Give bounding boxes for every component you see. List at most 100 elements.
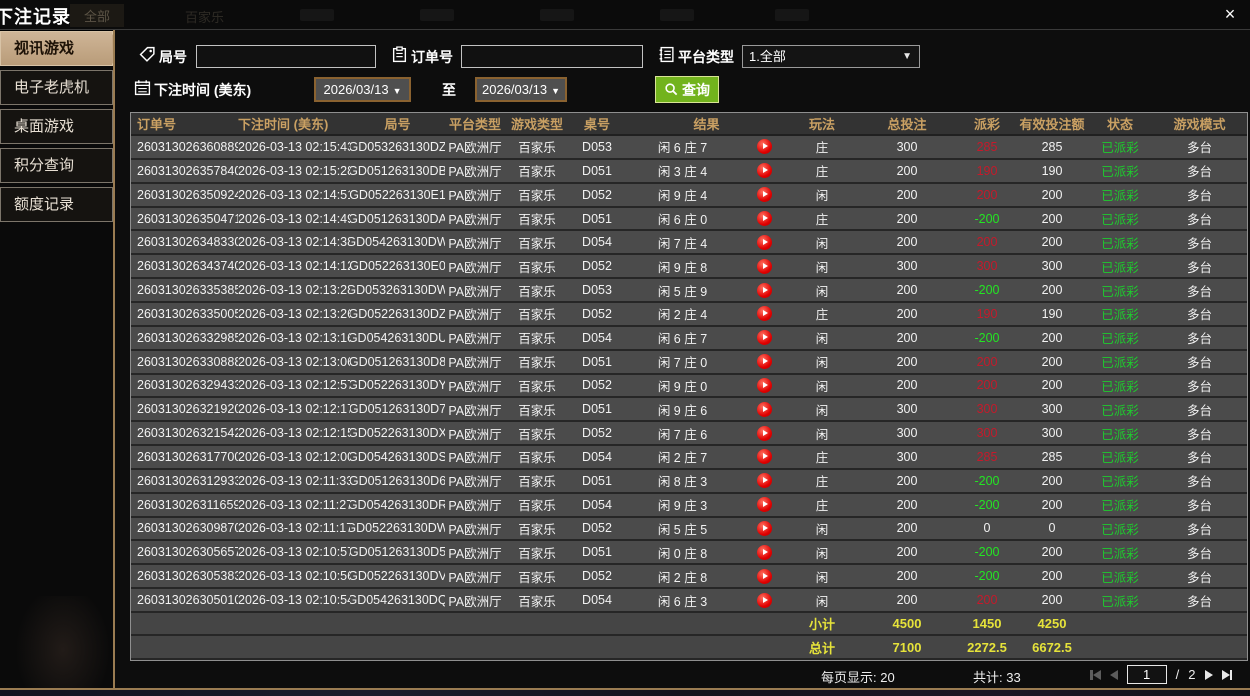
play-video-icon[interactable] — [756, 282, 772, 298]
play-video-icon[interactable] — [756, 163, 772, 179]
play-video-icon[interactable] — [756, 497, 772, 513]
play-video-icon[interactable] — [756, 449, 772, 465]
round-id-cell: GD052263130DY — [350, 378, 445, 393]
game-type-cell: 百家乐 — [518, 189, 556, 204]
play-video-icon[interactable] — [756, 520, 772, 536]
sidebar-item[interactable]: 额度记录 — [0, 187, 113, 222]
play-video-icon[interactable] — [756, 258, 772, 274]
table-number-cell: D051 — [582, 545, 612, 560]
table-number-cell: D051 — [582, 402, 612, 417]
order-number-cell: 260313026330888 — [137, 354, 238, 369]
prev-page-button[interactable] — [1109, 669, 1118, 680]
background-tab-slot — [420, 9, 454, 21]
column-header: 下注时间 (美东) — [238, 117, 329, 133]
platform-cell: PA欧洲厅 — [448, 141, 502, 156]
round-id-cell: GD053263130DW — [350, 283, 445, 298]
status-badge: 已派彩 — [1101, 236, 1139, 251]
total-bet-cell: 300 — [896, 139, 918, 154]
total-bet-cell: 200 — [896, 354, 918, 369]
table-header-row: 订单号 下注时间 (美东) 局号 平台类型 游戏类型 桌号 结果 玩法 总投注 派彩 有效投注额 状态… — [131, 113, 1247, 137]
game-type-cell: 百家乐 — [518, 141, 556, 156]
round-id-cell: GD054263130DR — [350, 497, 445, 512]
platform-cell: PA欧洲厅 — [448, 451, 502, 466]
search-button[interactable]: 查询 — [655, 76, 719, 103]
order-number-cell: 260313026321542 — [137, 426, 238, 441]
next-page-button[interactable] — [1204, 669, 1213, 680]
play-method-cell: 闲 — [815, 284, 829, 299]
platform-cell: PA欧洲厅 — [448, 499, 502, 514]
sidebar-item[interactable]: 积分查询 — [0, 148, 113, 183]
play-video-icon[interactable] — [756, 330, 772, 346]
table-number-cell: D053 — [582, 139, 612, 154]
round-input[interactable] — [196, 45, 376, 68]
valid-bet-cell: 190 — [1041, 163, 1063, 178]
page-number-input[interactable] — [1126, 665, 1167, 684]
table-row: 260313026343740 2026-03-13 02:14:12 GD0522… — [131, 255, 1247, 280]
valid-bet-cell: 200 — [1041, 378, 1063, 393]
game-mode-cell: 多台 — [1186, 356, 1212, 371]
summary-total-bet: 4500 — [892, 616, 922, 632]
play-video-icon[interactable] — [756, 568, 772, 584]
result-cell: 闲 2 庄 8 — [657, 570, 708, 585]
sidebar-item[interactable]: 视讯游戏 — [0, 31, 126, 66]
payout-cell: 200 — [976, 235, 998, 250]
table-number-cell: D051 — [582, 211, 612, 226]
play-video-icon[interactable] — [756, 139, 772, 155]
status-badge: 已派彩 — [1101, 475, 1139, 490]
play-video-icon[interactable] — [756, 211, 772, 227]
table-number-cell: D052 — [582, 187, 612, 202]
result-cell: 闲 0 庄 8 — [657, 546, 708, 561]
bet-time-label: 下注时间 (美东) — [154, 82, 252, 98]
valid-bet-cell: 200 — [1041, 235, 1063, 250]
valid-bet-cell: 300 — [1041, 426, 1063, 441]
order-input[interactable] — [461, 45, 643, 68]
video-replay-cell — [740, 375, 788, 397]
platform-select[interactable]: 1.全部 ▼ — [742, 45, 920, 68]
table-number-cell: D052 — [582, 426, 612, 441]
play-method-cell: 闲 — [815, 427, 829, 442]
play-video-icon[interactable] — [756, 544, 772, 560]
round-id-cell: GD051263130DA — [350, 211, 445, 226]
play-video-icon[interactable] — [756, 377, 772, 393]
column-header: 订单号 — [137, 117, 177, 133]
play-method-cell: 闲 — [815, 260, 829, 275]
play-video-icon[interactable] — [756, 354, 772, 370]
table-row: 260313026305657 2026-03-13 02:10:57 GD0512… — [131, 541, 1247, 566]
last-page-button[interactable] — [1221, 669, 1232, 680]
result-cell: 闲 7 庄 4 — [657, 236, 708, 251]
bet-time-cell: 2026-03-13 02:12:00 — [238, 449, 350, 464]
play-video-icon[interactable] — [756, 425, 772, 441]
close-icon[interactable]: × — [1220, 4, 1240, 24]
play-video-icon[interactable] — [756, 401, 772, 417]
order-number-cell: 260313026350471 — [137, 211, 238, 226]
game-mode-cell: 多台 — [1186, 379, 1212, 394]
sidebar-item[interactable]: 桌面游戏 — [0, 109, 113, 144]
play-method-cell: 庄 — [815, 451, 829, 466]
date-from-picker[interactable]: 2026/03/13 ▼ — [314, 77, 411, 102]
game-mode-cell: 多台 — [1186, 475, 1212, 490]
total-bet-cell: 300 — [896, 426, 918, 441]
order-number-cell: 260313026305383 — [137, 569, 238, 584]
video-replay-cell — [740, 518, 788, 540]
total-bet-cell: 200 — [896, 211, 918, 226]
table-row: 260313026330888 2026-03-13 02:13:06 GD0512… — [131, 350, 1247, 375]
sidebar-item[interactable]: 电子老虎机 — [0, 70, 113, 105]
result-cell: 闲 9 庄 8 — [657, 260, 708, 275]
pagination: / 2 — [1090, 665, 1232, 684]
play-video-icon[interactable] — [756, 187, 772, 203]
video-replay-cell — [740, 208, 788, 230]
date-to-picker[interactable]: 2026/03/13 ▼ — [475, 77, 567, 102]
play-video-icon[interactable] — [756, 592, 772, 608]
summary-payout: 1450 — [972, 616, 1002, 632]
summary-label: 小计 — [808, 617, 835, 633]
table-row: 260313026312933 2026-03-13 02:11:33 GD0512… — [131, 469, 1247, 494]
payout-cell: 300 — [976, 259, 998, 274]
total-bet-cell: 200 — [896, 378, 918, 393]
play-video-icon[interactable] — [756, 306, 772, 322]
play-video-icon[interactable] — [756, 473, 772, 489]
play-video-icon[interactable] — [756, 234, 772, 250]
play-method-cell: 闲 — [815, 332, 829, 347]
round-id-cell: GD052263130DW — [350, 521, 445, 536]
first-page-button[interactable] — [1090, 669, 1101, 680]
status-badge: 已派彩 — [1101, 570, 1139, 585]
